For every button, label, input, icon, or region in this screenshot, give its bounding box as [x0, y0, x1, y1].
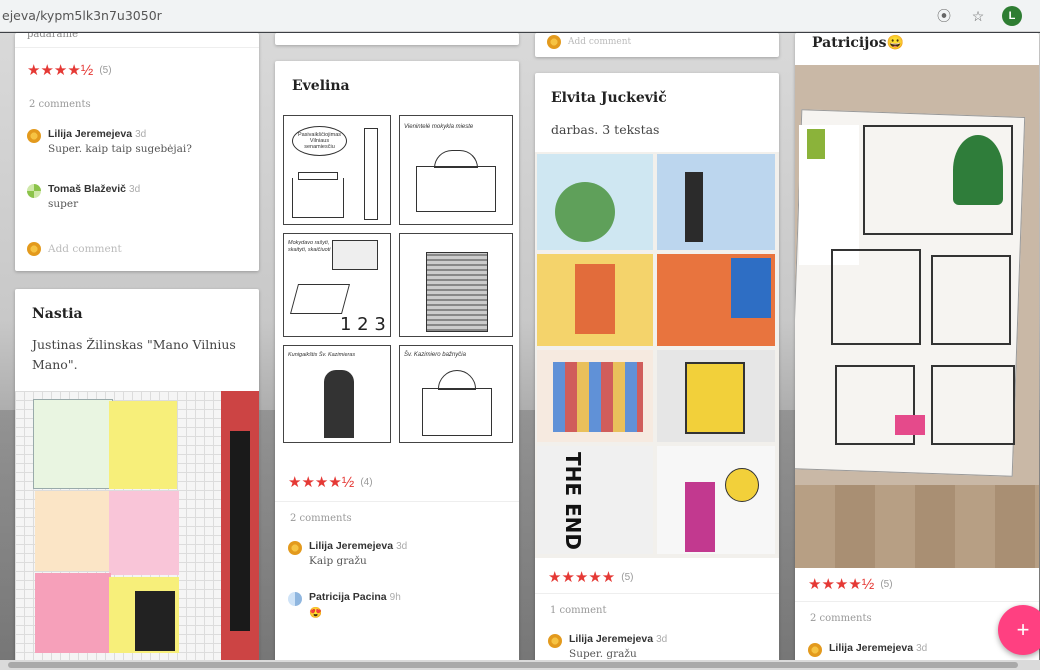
panel-caption: Šv. Kazimiero bažnyčia — [404, 352, 466, 358]
comment-text: Super. kaip taip sugebėjai? — [48, 143, 192, 155]
comment-time: 9h — [389, 592, 401, 603]
post-title: Nastia — [32, 306, 83, 322]
rating-count: (5) — [621, 571, 634, 583]
comic-panel: Mokydavo rašyti, skaityti, skaičiuoti 1 … — [283, 233, 391, 337]
rating-stars[interactable]: ★★★★★ (5) — [548, 568, 633, 586]
comic-panel: Kunigaikštis Šv. Kazimieras — [283, 345, 391, 443]
post-text: darbas. 3 tekstas — [551, 122, 660, 137]
avatar — [288, 592, 302, 606]
comment-author: Lilija Jeremejeva — [829, 642, 914, 654]
comment-text: super — [48, 198, 79, 210]
comment-time: 3d — [916, 643, 928, 654]
star-row: ★★★★★ — [548, 569, 616, 586]
comment-time: 3d — [135, 129, 147, 140]
url-text[interactable]: ejeva/kypm5lk3n7u3050r — [2, 8, 162, 23]
post-card-nastia[interactable]: Nastia Justinas Žilinskas "Mano Vilnius … — [15, 289, 259, 670]
horizontal-scrollbar[interactable] — [0, 660, 1040, 670]
comment: Lilija Jeremejeva 3d Super. gražu — [548, 633, 667, 660]
comment: Patricija Pacina 9h 😍 — [288, 591, 401, 619]
post-card-patricija[interactable]: Patricijos😀 ★★★★½ (5) 2 comments Lilija … — [795, 33, 1039, 670]
star-icon[interactable]: ☆ — [968, 6, 988, 26]
post-text: Justinas Žilinskas "Mano Vilnius Mano". — [32, 337, 236, 372]
post-title: Patricijos😀 — [812, 35, 904, 51]
history-icon[interactable]: ⦿ — [934, 6, 954, 26]
panel-caption: Vienintelė mokykla mieste — [404, 124, 474, 130]
comment-count[interactable]: 2 comments — [29, 99, 91, 110]
comment-count[interactable]: 1 comment — [550, 605, 607, 616]
avatar — [548, 634, 562, 648]
scrollbar-thumb[interactable] — [8, 662, 1018, 668]
comic-panel: Pasivaikščiojimas Vilniaus senamiesčiu — [283, 115, 391, 225]
comment: Lilija Jeremejeva 3d Kaip gražu — [288, 540, 407, 567]
add-post-button[interactable]: + — [998, 605, 1040, 655]
comment-text: Kaip gražu — [309, 555, 367, 567]
rating-stars[interactable]: ★★★★½ (4) — [288, 473, 373, 491]
comment: Lilija Jeremejeva 3d — [808, 642, 927, 657]
avatar — [808, 643, 822, 657]
comment-author: Tomaš Blaževič — [48, 183, 127, 195]
post-partial-text: padaranie — [27, 33, 79, 40]
comment-count[interactable]: 2 comments — [810, 613, 872, 624]
avatar — [27, 242, 41, 256]
post-card-elvita[interactable]: Elvita Juckevič darbas. 3 tekstas THE EN… — [535, 73, 779, 670]
comic-panel: Vienintelė mokykla mieste — [399, 115, 513, 225]
star-row: ★★★★½ — [27, 62, 94, 79]
post-card-above-elvita[interactable]: Add comment — [535, 33, 779, 57]
comic-panel: Šv. Kazimiero bažnyčia — [399, 345, 513, 443]
star-row: ★★★★½ — [288, 474, 355, 491]
panel-caption: Kunigaikštis Šv. Kazimieras — [288, 352, 356, 358]
rating-count: (5) — [99, 64, 112, 76]
comment-author: Patricija Pacina — [309, 591, 387, 603]
post-image[interactable] — [15, 391, 259, 670]
comment-text: 😍 — [309, 607, 323, 619]
browser-address-bar[interactable]: ejeva/kypm5lk3n7u3050r ⦿ ☆ L — [0, 0, 1040, 32]
post-card-top-left[interactable]: padaranie ★★★★½ (5) 2 comments Lilija Je… — [15, 33, 259, 271]
comment-author: Lilija Jeremejeva — [569, 633, 654, 645]
post-card-evelina[interactable]: Evelina Pasivaikščiojimas Vilniaus senam… — [275, 61, 519, 670]
add-comment-row[interactable]: Add comment — [27, 241, 122, 256]
post-image-comic[interactable] — [795, 65, 1039, 568]
comment: Lilija Jeremejeva 3d Super. kaip taip sug… — [27, 128, 192, 155]
add-comment-row[interactable]: Add comment — [547, 34, 631, 49]
comment-text: Super. gražu — [569, 648, 637, 660]
rating-count: (5) — [880, 578, 893, 590]
comment-author: Lilija Jeremejeva — [309, 540, 394, 552]
post-image-comic[interactable]: THE END — [535, 152, 779, 558]
comic-panel — [399, 233, 513, 337]
avatar — [288, 541, 302, 555]
comment-author: Lilija Jeremejeva — [48, 128, 133, 140]
comment-count[interactable]: 2 comments — [290, 513, 352, 524]
comment: Tomaš Blaževič 3d super — [27, 183, 140, 210]
panel-caption: Mokydavo rašyti, skaityti, skaičiuoti — [288, 240, 331, 254]
add-comment-input[interactable]: Add comment — [48, 243, 122, 255]
comment-time: 3d — [656, 634, 668, 645]
add-comment-input[interactable]: Add comment — [568, 37, 631, 47]
panel-caption: Pasivaikščiojimas Vilniaus senamiesčiu — [292, 126, 347, 156]
rating-stars[interactable]: ★★★★½ (5) — [808, 575, 893, 593]
avatar — [27, 184, 41, 198]
post-image-comic[interactable]: Pasivaikščiojimas Vilniaus senamiesčiu V… — [281, 113, 515, 445]
rating-count: (4) — [360, 476, 373, 488]
star-row: ★★★★½ — [808, 576, 875, 593]
post-card-above-evelina[interactable] — [275, 33, 519, 45]
comment-time: 3d — [129, 184, 141, 195]
avatar — [27, 129, 41, 143]
browser-toolbar-icons: ⦿ ☆ L — [934, 6, 1022, 26]
comment-time: 3d — [396, 541, 408, 552]
post-title: Evelina — [292, 78, 350, 94]
post-title: Elvita Juckevič — [551, 90, 667, 106]
rating-stars[interactable]: ★★★★½ (5) — [27, 61, 112, 79]
avatar — [547, 35, 561, 49]
profile-avatar[interactable]: L — [1002, 6, 1022, 26]
